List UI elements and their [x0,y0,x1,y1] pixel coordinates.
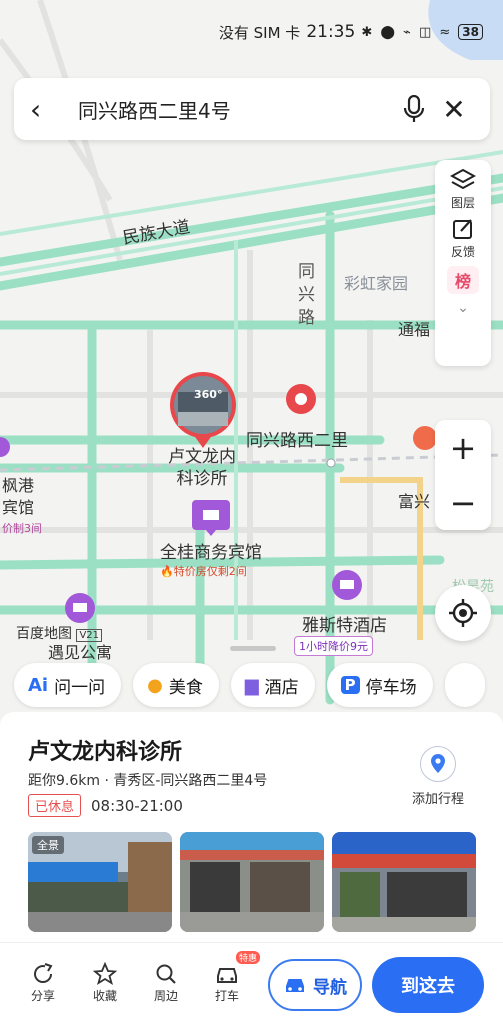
microphone-icon[interactable] [394,89,434,129]
place-photo[interactable]: 全景 [28,832,172,932]
status-bar: 没有 SIM 卡 21:35 ✱ ⬤ ⌁ ◫ ≈ 38 [0,0,503,64]
photo-strip: 全景 [28,832,476,932]
favorite-button[interactable]: 收藏 [82,961,128,1004]
poi-promo-yasite: 1小时降价9元 [294,636,373,656]
map-label-bingguan: 宾馆 [2,498,35,517]
hotel-marker-yujian[interactable] [65,593,95,623]
map-label-price: 价制3间 [2,522,42,535]
poi-label-destination[interactable]: 同兴路西二里 [246,426,348,451]
chip-ask[interactable]: Ai 问一问 [14,663,122,707]
navigate-button[interactable]: 导航 [268,959,362,1011]
share-label: 分享 [30,989,55,1003]
map-label-tongxing-road: 同兴路 [294,262,314,331]
rank-icon: 榜 [447,266,479,294]
navigate-label: 导航 [313,977,347,998]
map-label-tongfu: 通福 [398,320,431,339]
layers-label: 图层 [450,196,475,210]
nearby-label: 周边 [153,989,178,1003]
favorite-label: 收藏 [92,989,117,1003]
chip-label: 停车场 [365,677,417,698]
hotel-marker-yasite[interactable] [332,570,362,600]
zoom-in-button[interactable]: + [450,429,477,467]
back-icon[interactable]: ‹ [30,93,64,126]
opening-hours: 08:30-21:00 [91,796,183,815]
sheet-drag-handle[interactable] [230,646,276,651]
hours-row: 已休息 08:30-21:00 [28,794,183,817]
search-input[interactable]: 同兴路西二里4号 [64,95,394,124]
chip-food[interactable]: ● 美食 [133,663,219,707]
poi-label-yasite[interactable]: 雅斯特酒店 [302,611,387,636]
map-label-caihong: 彩虹家园 [344,274,409,293]
map-label-fuxing: 富兴 [398,492,431,511]
zoom-out-button[interactable]: − [450,484,477,522]
food-icon: ● [147,674,163,696]
category-chips: Ai 问一问 ● 美食 ▆ 酒店 P 停车场 [0,660,503,710]
edit-icon [452,219,472,239]
discount-badge: 特惠 [235,951,260,964]
star-icon [93,961,117,987]
pano-tag: 全景 [32,836,64,854]
chip-hotel[interactable]: ▆ 酒店 [230,663,315,707]
poi-label-quangui[interactable]: 全桂商务宾馆 [160,538,262,563]
carrier-text: 没有 SIM 卡 [218,23,301,42]
search-bar[interactable]: ‹ 同兴路西二里4号 ✕ [14,78,490,140]
bottom-action-bar: 分享 收藏 周边 打车 特惠 导航 到这去 [0,942,503,1024]
add-route-button[interactable]: 添加行程 [403,746,473,807]
status-icons: ✱ ⬤ ⌁ ◫ ≈ [361,24,453,40]
map-tools-panel: 图层 反馈 榜 ⌄ [435,160,491,366]
search-icon [154,961,178,987]
locate-button[interactable] [435,585,491,641]
status-badge: 已休息 [28,794,82,817]
clock: 21:35 [306,22,356,42]
pano-badge: 360° [194,388,223,401]
share-button[interactable]: 分享 [20,961,66,1004]
zoom-control: + − [435,420,491,530]
poi-label-clinic[interactable]: 卢文龙内科诊所 [164,446,240,490]
car-icon [286,979,304,992]
battery-icon: 38 [458,24,483,40]
place-photo[interactable] [180,832,324,932]
taxi-icon [214,961,240,987]
place-photo[interactable] [332,832,476,932]
poi-marker[interactable] [413,426,437,450]
taxi-button[interactable]: 打车 特惠 [204,951,260,1004]
close-icon[interactable]: ✕ [434,93,474,126]
layers-button[interactable]: 图层 [450,168,476,211]
parking-icon: P [340,676,360,694]
feedback-label: 反馈 [450,245,475,259]
destination-marker[interactable] [286,384,316,414]
chip-label: 美食 [168,677,203,698]
feedback-button[interactable]: 反馈 [451,217,475,260]
crosshair-icon [449,599,477,627]
chip-label: 问一问 [54,677,106,698]
place-sheet: 卢文龙内科诊所 距你9.6km · 青秀区-同兴路西二里4号 已休息 08:30… [0,712,503,942]
place-title: 卢文龙内科诊所 [28,740,183,765]
poi-promo-quangui: 🔥特价房仅剩2间 [160,565,247,578]
ai-icon: Ai [28,674,49,696]
nearby-button[interactable]: 周边 [143,961,189,1004]
rank-button[interactable]: 榜 [447,266,479,294]
chip-parking[interactable]: P 停车场 [326,663,433,707]
chevron-down-icon[interactable]: ⌄ [457,300,469,316]
hotel-icon: ▆ [244,674,259,696]
chip-more[interactable] [444,663,485,707]
place-address: 距你9.6km · 青秀区-同兴路西二里4号 [28,773,268,789]
chip-label: 酒店 [264,677,299,698]
add-route-label: 添加行程 [411,792,464,807]
map-label-fenggang: 枫港 [2,476,35,495]
location-pin-icon [420,746,456,782]
go-here-button[interactable]: 到这去 [372,957,484,1013]
share-icon [31,961,55,987]
layers-icon [450,168,476,190]
taxi-label: 打车 [214,989,239,1003]
